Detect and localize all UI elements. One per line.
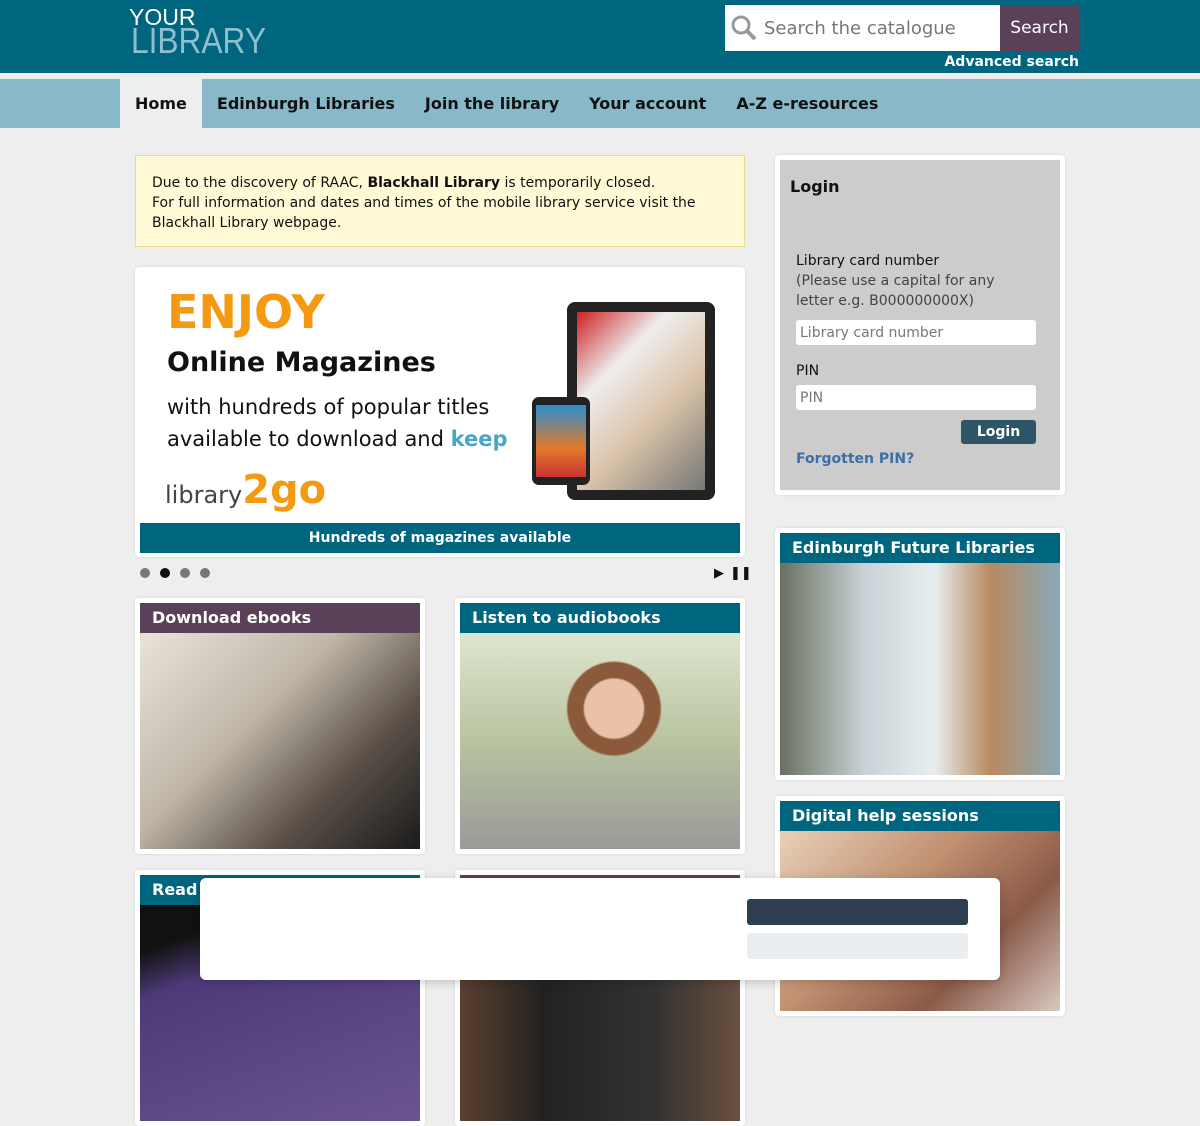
banner-title: Online Magazines (167, 347, 436, 378)
accept-cookies-button[interactable] (747, 899, 968, 925)
search-box (725, 5, 1000, 51)
tile-download-ebooks[interactable]: Download ebooks (135, 598, 425, 854)
phone-image (532, 397, 590, 485)
pin-input[interactable] (796, 385, 1036, 410)
cookie-settings-button[interactable] (747, 933, 968, 959)
ebook-reader-image (140, 633, 420, 849)
carousel-dot[interactable] (200, 568, 210, 578)
search-button[interactable]: Search (1000, 5, 1079, 51)
login-button[interactable]: Login (961, 420, 1036, 444)
search-input[interactable] (764, 17, 994, 39)
main-nav: Home Edinburgh Libraries Join the librar… (0, 79, 1200, 128)
tile-future-libraries[interactable]: Edinburgh Future Libraries (775, 528, 1065, 780)
nav-your-account[interactable]: Your account (574, 79, 721, 128)
advanced-search-link[interactable]: Advanced search (944, 54, 1079, 70)
tile-title: Edinburgh Future Libraries (780, 533, 1060, 563)
audiobook-listener-image (460, 633, 740, 849)
card-number-input[interactable] (796, 320, 1036, 345)
tile-title: Listen to audiobooks (460, 603, 740, 633)
banner-headline: ENJOY (167, 285, 325, 339)
login-title: Login (790, 177, 840, 196)
notice-text: is temporarily closed. (500, 175, 656, 191)
carousel-dots (140, 568, 210, 578)
play-icon[interactable]: ▶ (714, 566, 724, 581)
banner-caption: Hundreds of magazines available (140, 523, 740, 553)
pause-icon[interactable]: ❚❚ (730, 566, 752, 581)
library-desk-image (780, 563, 1060, 775)
cookie-consent-dialog (200, 878, 1000, 980)
carousel-dot[interactable] (140, 568, 150, 578)
notice-bold: Blackhall Library (367, 175, 500, 191)
closure-notice: Due to the discovery of RAAC, Blackhall … (135, 155, 745, 247)
card-number-label: Library card number (Please use a capital… (796, 253, 995, 309)
carousel-banner[interactable]: ENJOY Online Magazines with hundreds of … (135, 267, 745, 557)
notice-link-text[interactable]: For full information and dates and times… (152, 193, 728, 233)
tile-listen-audiobooks[interactable]: Listen to audiobooks (455, 598, 745, 854)
site-header: YOUR LIBRARY Search Advanced search (0, 0, 1200, 73)
carousel-dot[interactable] (180, 568, 190, 578)
tile-title: Digital help sessions (780, 801, 1060, 831)
login-panel: Login Library card number (Please use a c… (775, 155, 1065, 495)
nav-home[interactable]: Home (120, 79, 202, 128)
library2go-logo: library2go (165, 467, 327, 513)
nav-az-eresources[interactable]: A-Z e-resources (721, 79, 893, 128)
search-icon (731, 15, 757, 41)
notice-text: Due to the discovery of RAAC, (152, 175, 368, 191)
tile-title: Download ebooks (140, 603, 420, 633)
forgotten-pin-link[interactable]: Forgotten PIN? (796, 451, 914, 467)
banner-text: with hundreds of popular titles available… (167, 395, 508, 451)
nav-edinburgh-libraries[interactable]: Edinburgh Libraries (202, 79, 410, 128)
carousel-dot-active[interactable] (160, 568, 170, 578)
nav-join-library[interactable]: Join the library (410, 79, 574, 128)
pin-label: PIN (796, 363, 820, 379)
